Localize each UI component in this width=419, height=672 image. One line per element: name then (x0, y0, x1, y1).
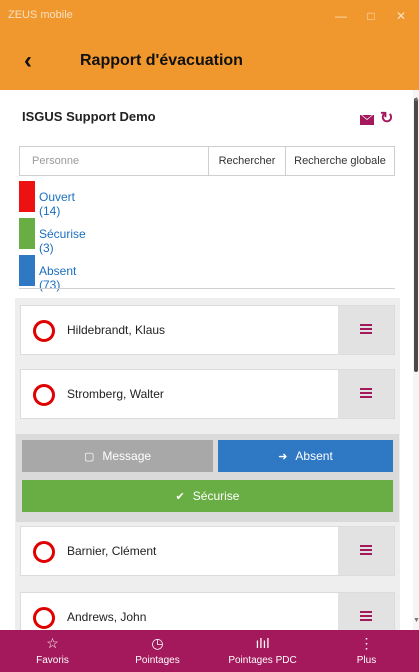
refresh-icon[interactable]: ↻ (380, 110, 393, 128)
search-button[interactable]: Rechercher (208, 147, 285, 175)
maximize-button[interactable]: □ (360, 6, 382, 26)
clock-icon: ◷ (151, 635, 164, 651)
filter-secured-label: Sécurise (3) (39, 227, 86, 255)
person-name: Barnier, Clément (67, 544, 157, 558)
scroll-up-arrow-icon[interactable]: ▲ (413, 96, 419, 103)
status-open-icon (33, 384, 55, 406)
app-header: ‹ Rapport d'évacuation (0, 34, 419, 90)
status-open-icon (33, 320, 55, 342)
company-name: ISGUS Support Demo (22, 109, 156, 124)
hamburger-icon (360, 545, 372, 555)
sign-out-icon: ➜ (278, 451, 288, 463)
nav-pointages[interactable]: ◷ Pointages (105, 630, 210, 672)
hamburger-icon (360, 324, 372, 334)
message-button-label: Message (102, 449, 152, 463)
nav-plus[interactable]: ⋮ Plus (314, 630, 419, 672)
absent-button-label: Absent (295, 449, 333, 463)
checkmark-icon: ✔ (175, 491, 185, 503)
person-name: Stromberg, Walter (67, 387, 164, 401)
page-title: Rapport d'évacuation (80, 52, 243, 69)
securise-button-label: Sécurise (192, 489, 240, 503)
nav-plus-label: Plus (356, 655, 377, 666)
status-swatch-open (19, 181, 35, 212)
divider (19, 288, 395, 289)
status-open-icon (33, 541, 55, 563)
person-card[interactable]: Hildebrandt, Klaus (20, 305, 395, 355)
message-button[interactable]: ▢ Message (22, 440, 213, 472)
person-menu-button[interactable] (338, 306, 394, 354)
bottom-navigation: ☆ Favoris ◷ Pointages ılıl Pointages PDC… (0, 630, 419, 672)
hamburger-icon (360, 611, 372, 621)
filter-open-label: Ouvert (14) (39, 190, 76, 218)
nav-pointages-pdc-label: Pointages PDC (228, 655, 297, 666)
more-vertical-icon: ⋮ (359, 635, 374, 651)
nav-pointages-pdc[interactable]: ılıl Pointages PDC (210, 630, 315, 672)
minimize-button[interactable]: — (330, 6, 352, 26)
back-arrow-icon[interactable]: ‹ (24, 47, 32, 75)
person-search-input[interactable] (20, 147, 208, 175)
person-card[interactable]: Barnier, Clément (20, 526, 395, 576)
star-icon: ☆ (46, 635, 59, 651)
person-menu-button[interactable] (338, 527, 394, 575)
hamburger-icon (360, 388, 372, 398)
bar-chart-icon: ılıl (255, 635, 270, 651)
search-bar: Rechercher Recherche globale (19, 146, 395, 176)
scrollbar-thumb[interactable] (414, 98, 418, 372)
status-swatch-secured (19, 218, 35, 249)
window-titlebar: ZEUS mobile — □ ✕ (0, 0, 419, 34)
scroll-down-arrow-icon[interactable]: ▼ (413, 617, 419, 624)
message-icon: ▢ (83, 451, 95, 463)
status-open-icon (33, 607, 55, 629)
nav-favoris[interactable]: ☆ Favoris (0, 630, 105, 672)
global-search-button[interactable]: Recherche globale (285, 147, 394, 175)
securise-button[interactable]: ✔ Sécurise (22, 480, 393, 512)
person-name: Andrews, John (67, 610, 147, 624)
person-menu-button[interactable] (338, 370, 394, 418)
person-actions-panel: ▢ Message ➜ Absent ✔ Sécurise (16, 434, 399, 522)
status-swatch-absent (19, 255, 35, 286)
window-title: ZEUS mobile (8, 9, 73, 21)
close-button[interactable]: ✕ (390, 6, 412, 26)
nav-favoris-label: Favoris (36, 655, 69, 666)
absent-button[interactable]: ➜ Absent (218, 440, 393, 472)
person-name: Hildebrandt, Klaus (67, 323, 166, 337)
nav-pointages-label: Pointages (135, 655, 180, 666)
mail-icon[interactable] (360, 115, 374, 125)
person-card[interactable]: Stromberg, Walter (20, 369, 395, 419)
